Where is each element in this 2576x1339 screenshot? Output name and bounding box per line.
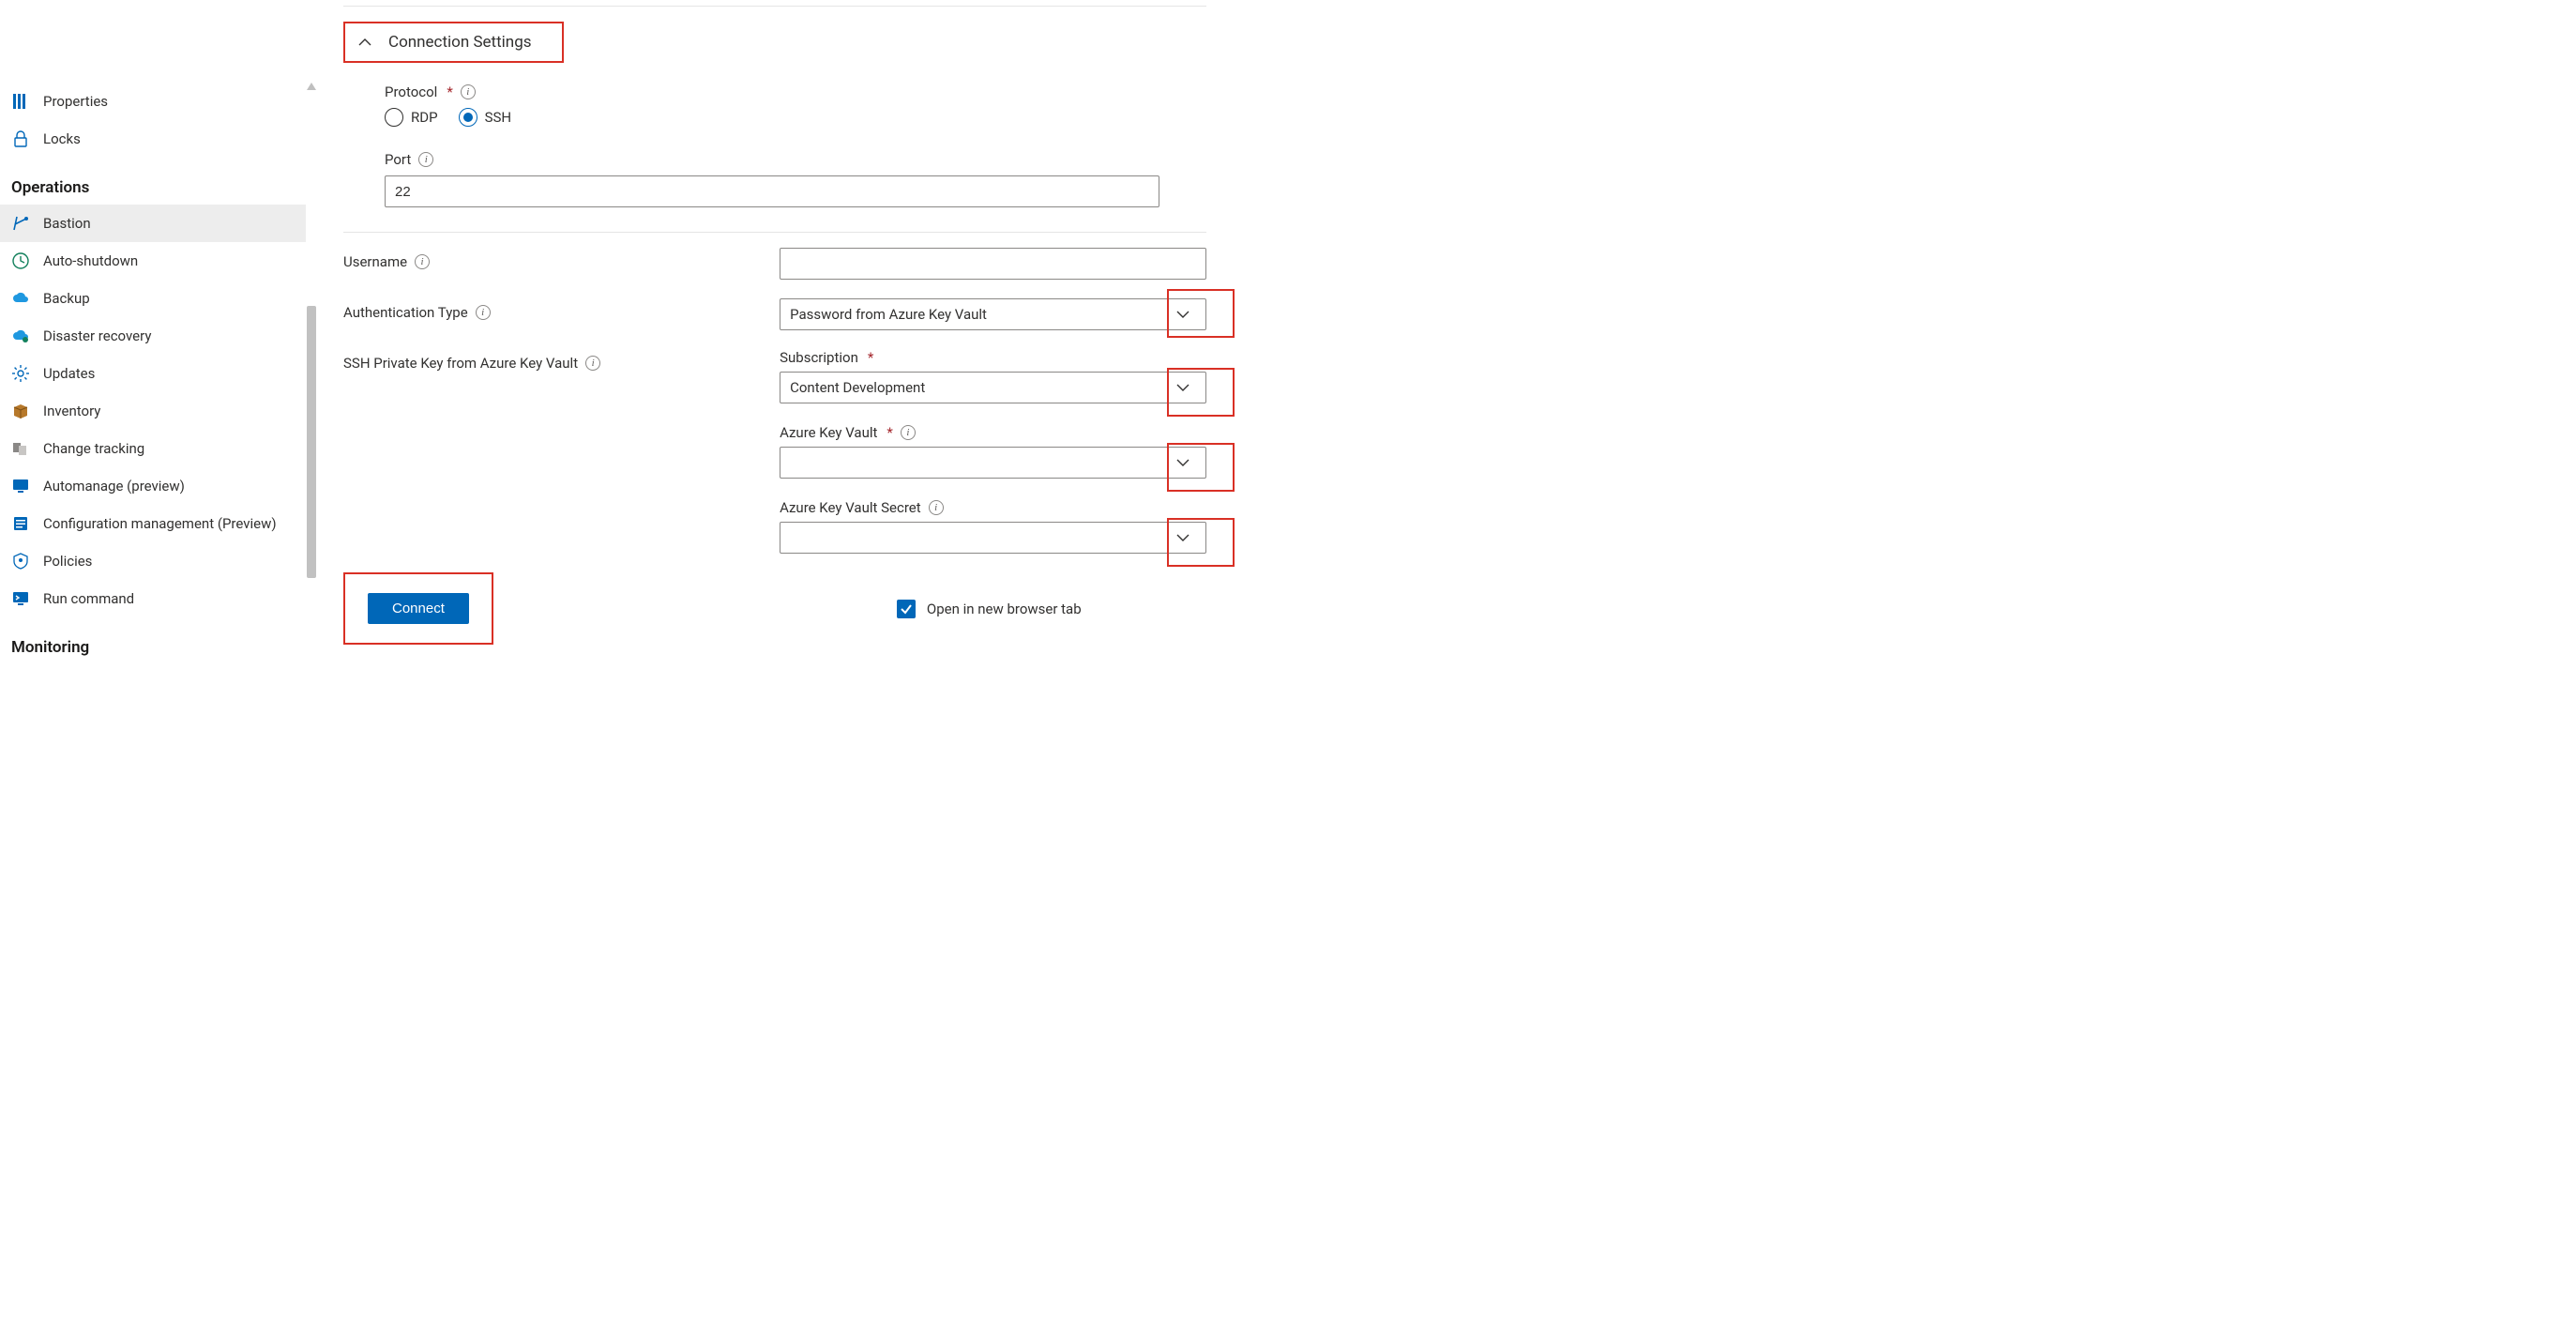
sidebar-item-locks[interactable]: Locks bbox=[0, 120, 306, 158]
lock-icon bbox=[11, 129, 30, 148]
sidebar-item-updates[interactable]: Updates bbox=[0, 355, 306, 392]
checkbox-icon bbox=[897, 600, 916, 618]
auth-type-label: Authentication Type i bbox=[343, 298, 751, 321]
sidebar-item-backup[interactable]: Backup bbox=[0, 280, 306, 317]
sidebar-item-config-mgmt[interactable]: Configuration management (Preview) bbox=[0, 505, 306, 542]
protocol-label: Protocol * i bbox=[385, 84, 1159, 100]
username-input[interactable] bbox=[780, 248, 1206, 280]
chevron-down-icon bbox=[1170, 458, 1196, 467]
info-icon[interactable]: i bbox=[585, 356, 600, 371]
kv-secret-label: Azure Key Vault Secret i bbox=[780, 499, 1206, 516]
info-icon[interactable]: i bbox=[461, 84, 476, 99]
kv-secret-select[interactable] bbox=[780, 522, 1206, 554]
required-marker: * bbox=[886, 424, 892, 441]
chevron-up-icon bbox=[358, 38, 371, 47]
label-text: SSH Private Key from Azure Key Vault bbox=[343, 355, 578, 372]
info-icon[interactable]: i bbox=[415, 254, 430, 269]
cloud-dr-icon bbox=[11, 327, 30, 345]
main-form: Connection Settings Protocol * i RDP SSH bbox=[306, 0, 1206, 645]
kv-label: Azure Key Vault * i bbox=[780, 424, 1206, 441]
info-icon[interactable]: i bbox=[929, 500, 944, 515]
monitor-icon bbox=[11, 477, 30, 495]
chevron-down-icon bbox=[1170, 383, 1196, 392]
sidebar-item-label: Change tracking bbox=[43, 440, 287, 457]
sidebar-item-automanage[interactable]: Automanage (preview) bbox=[0, 467, 306, 505]
select-value: Password from Azure Key Vault bbox=[790, 306, 987, 323]
expander-label: Connection Settings bbox=[388, 33, 532, 52]
sidebar-item-run-command[interactable]: Run command bbox=[0, 580, 306, 617]
connect-highlight: Connect bbox=[343, 572, 493, 645]
radio-icon bbox=[385, 108, 403, 127]
sidebar-item-label: Locks bbox=[43, 130, 287, 147]
sidebar-item-policies[interactable]: Policies bbox=[0, 542, 306, 580]
connection-settings-expander[interactable]: Connection Settings bbox=[343, 22, 564, 63]
radio-label: SSH bbox=[485, 109, 512, 126]
clock-icon bbox=[11, 251, 30, 270]
checkbox-label: Open in new browser tab bbox=[927, 601, 1082, 617]
properties-icon bbox=[11, 92, 30, 111]
open-new-tab-checkbox[interactable]: Open in new browser tab bbox=[897, 600, 1082, 618]
info-icon[interactable]: i bbox=[901, 425, 916, 440]
bastion-icon bbox=[11, 214, 30, 233]
sidebar-item-label: Bastion bbox=[43, 215, 287, 232]
sidebar: Properties Locks Operations Bastion Auto… bbox=[0, 0, 306, 683]
sidebar-item-auto-shutdown[interactable]: Auto-shutdown bbox=[0, 242, 306, 280]
chevron-down-icon bbox=[1170, 310, 1196, 319]
required-marker: * bbox=[447, 84, 452, 100]
subscription-select[interactable]: Content Development bbox=[780, 372, 1206, 403]
port-label: Port i bbox=[385, 151, 1159, 168]
label-text: Authentication Type bbox=[343, 304, 468, 321]
sidebar-item-label: Automanage (preview) bbox=[43, 478, 287, 495]
port-input[interactable] bbox=[385, 175, 1159, 207]
run-command-icon bbox=[11, 589, 30, 608]
change-tracking-icon bbox=[11, 439, 30, 458]
sidebar-item-inventory[interactable]: Inventory bbox=[0, 392, 306, 430]
policies-icon bbox=[11, 552, 30, 571]
protocol-rdp-radio[interactable]: RDP bbox=[385, 108, 438, 127]
sidebar-item-label: Configuration management (Preview) bbox=[43, 515, 287, 532]
sidebar-item-bastion[interactable]: Bastion bbox=[0, 205, 306, 242]
chevron-down-icon bbox=[1170, 533, 1196, 542]
sidebar-item-label: Properties bbox=[43, 93, 287, 110]
subscription-label: Subscription * bbox=[780, 349, 1206, 366]
radio-label: RDP bbox=[411, 109, 438, 126]
label-text: Port bbox=[385, 151, 411, 168]
kv-select[interactable] bbox=[780, 447, 1206, 479]
sidebar-item-change-tracking[interactable]: Change tracking bbox=[0, 430, 306, 467]
label-text: Azure Key Vault Secret bbox=[780, 499, 921, 516]
auth-type-select[interactable]: Password from Azure Key Vault bbox=[780, 298, 1206, 330]
ssh-kv-label: SSH Private Key from Azure Key Vault i bbox=[343, 349, 751, 372]
protocol-ssh-radio[interactable]: SSH bbox=[459, 108, 512, 127]
select-value: Content Development bbox=[790, 379, 925, 396]
sidebar-heading-monitoring: Monitoring bbox=[0, 617, 306, 664]
username-label: Username i bbox=[343, 248, 751, 270]
box-icon bbox=[11, 402, 30, 420]
sidebar-item-label: Inventory bbox=[43, 403, 287, 419]
gear-icon bbox=[11, 364, 30, 383]
sidebar-item-label: Run command bbox=[43, 590, 287, 607]
connect-button[interactable]: Connect bbox=[368, 593, 469, 624]
required-marker: * bbox=[868, 349, 873, 366]
sidebar-item-label: Policies bbox=[43, 553, 287, 570]
divider bbox=[343, 6, 1206, 7]
sidebar-heading-operations: Operations bbox=[0, 158, 306, 205]
label-text: Username bbox=[343, 253, 407, 270]
sidebar-item-properties[interactable]: Properties bbox=[0, 83, 306, 120]
radio-icon bbox=[459, 108, 477, 127]
label-text: Protocol bbox=[385, 84, 437, 100]
cloud-backup-icon bbox=[11, 289, 30, 308]
info-icon[interactable]: i bbox=[418, 152, 433, 167]
label-text: Subscription bbox=[780, 349, 858, 366]
sidebar-item-disaster-recovery[interactable]: Disaster recovery bbox=[0, 317, 306, 355]
divider bbox=[343, 232, 1206, 233]
sidebar-item-label: Updates bbox=[43, 365, 287, 382]
sidebar-item-label: Auto-shutdown bbox=[43, 252, 287, 269]
sidebar-item-label: Disaster recovery bbox=[43, 327, 287, 344]
config-icon bbox=[11, 514, 30, 533]
sidebar-item-label: Backup bbox=[43, 290, 287, 307]
label-text: Azure Key Vault bbox=[780, 424, 877, 441]
info-icon[interactable]: i bbox=[476, 305, 491, 320]
